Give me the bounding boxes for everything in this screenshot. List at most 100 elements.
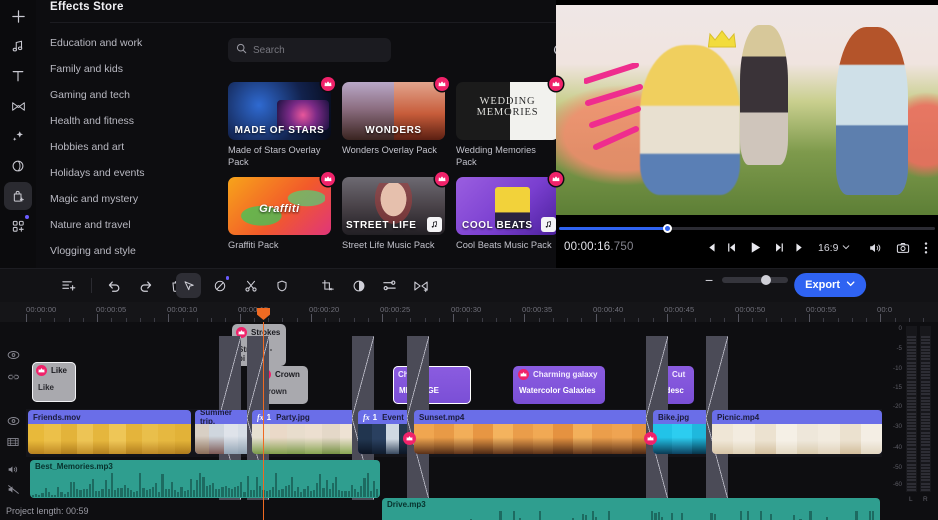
rail-item-text[interactable] (4, 62, 32, 90)
crop-button[interactable] (315, 273, 340, 298)
preview-more-button[interactable] (924, 241, 928, 260)
category-education-and-work[interactable]: Education and work (50, 30, 201, 56)
meter-segment (907, 371, 916, 373)
timeline-zoom-control: − + (705, 273, 805, 287)
category-gaming-and-tech[interactable]: Gaming and tech (50, 82, 201, 108)
pack-card-graffiti[interactable]: Graffiti Graffiti Pack (228, 177, 331, 252)
aspect-ratio-selector[interactable]: 16:9 (818, 242, 850, 254)
waveform-bar (221, 487, 223, 497)
preview-seek-bar[interactable] (559, 227, 935, 230)
pack-card-made-of-stars[interactable]: MADE OF STARS Made of Stars Overlay Pack (228, 82, 331, 168)
video-clip-filmstrip (653, 424, 711, 454)
grid-plus-icon (11, 219, 26, 234)
waveform-bar (174, 490, 176, 497)
audio-clip-drive[interactable]: Drive.mp3 (382, 498, 880, 520)
pack-card-street-life[interactable]: STREET LIFE Street Life Music Pack (342, 177, 445, 252)
video-track-visibility-icon[interactable] (5, 414, 21, 428)
waveform-bar (872, 511, 874, 520)
video-clip-summer-trip[interactable]: Summer trip. (195, 410, 252, 454)
premium-crown-icon (36, 365, 47, 376)
overlay-track-lock-icon[interactable] (5, 370, 21, 384)
next-frame-button[interactable] (772, 241, 785, 254)
split-tool-button[interactable] (238, 273, 263, 298)
waveform-bar (288, 485, 290, 497)
meter-segment (907, 486, 916, 488)
video-track-mute-icon[interactable] (5, 435, 21, 449)
zoom-slider-handle[interactable] (761, 275, 771, 285)
rail-item-add-media[interactable] (4, 2, 32, 30)
video-clip-sunset[interactable]: Sunset.mp4 (414, 410, 652, 454)
prev-frame-button[interactable] (726, 241, 739, 254)
rail-item-audio[interactable] (4, 32, 32, 60)
redo-button[interactable] (133, 273, 158, 298)
video-clip-picnic[interactable]: Picnic.mp4 (712, 410, 882, 454)
undo-button[interactable] (102, 273, 127, 298)
select-tool-button[interactable] (176, 273, 201, 298)
overlay-track-visibility-icon[interactable] (5, 348, 21, 362)
rail-item-transitions[interactable] (4, 92, 32, 120)
waveform-bar (136, 491, 138, 497)
play-button[interactable] (748, 240, 763, 255)
color-adjust-button[interactable] (346, 273, 371, 298)
text-t-icon (11, 69, 25, 83)
waveform-bar (193, 490, 195, 497)
waveform-bar (95, 491, 97, 497)
meter-segment (921, 416, 930, 418)
sticker-clip-body: Like (32, 379, 76, 396)
video-clip-friends[interactable]: Friends.mov (28, 410, 191, 454)
waveform-bar (266, 491, 268, 497)
meter-segment (921, 441, 930, 443)
meter-segment (907, 403, 916, 405)
meter-segment (921, 419, 930, 421)
waveform-bar (809, 511, 811, 520)
snapshot-button[interactable] (896, 241, 910, 260)
meter-segment (921, 489, 930, 491)
shield-tool-button[interactable] (269, 273, 294, 298)
jump-end-button[interactable] (794, 241, 807, 254)
rail-item-effects[interactable] (4, 122, 32, 150)
meter-segment (921, 406, 930, 408)
rail-item-store[interactable] (4, 182, 32, 210)
audio-track-mute-icon[interactable] (5, 482, 21, 496)
jump-start-button[interactable] (704, 241, 717, 254)
text-clip-charming-galaxy[interactable]: Charming galaxy Watercolor Galaxies (513, 366, 605, 404)
pack-card-wedding-memories[interactable]: WEDDING MEMORIES Wedding Memories Pack (456, 82, 559, 168)
transition-button[interactable] (408, 273, 433, 298)
ruler-tick-major (453, 314, 454, 322)
add-track-button[interactable] (56, 273, 81, 298)
category-family-and-kids[interactable]: Family and kids (50, 56, 201, 82)
audio-track-volume-icon[interactable] (5, 462, 21, 476)
export-button[interactable]: Export (794, 273, 866, 297)
category-holidays-and-events[interactable]: Holidays and events (50, 160, 201, 186)
audio-mix-button[interactable] (377, 273, 402, 298)
pack-card-cool-beats[interactable]: COOL BEATS Cool Beats Music Pack (456, 177, 559, 252)
playhead[interactable] (263, 322, 264, 520)
mask-tool-button[interactable] (207, 273, 232, 298)
pack-label: Wedding Memories Pack (456, 145, 559, 168)
pack-thumbnail-caption: WEDDING MEMORIES (456, 96, 559, 118)
text-clip-chat[interactable]: Chat MESSAGE (393, 366, 471, 404)
category-hobbies-and-art[interactable]: Hobbies and art (50, 134, 201, 160)
store-search-box[interactable]: Search (228, 38, 391, 62)
preview-seek-handle[interactable] (663, 224, 672, 233)
audio-clip-best-memories[interactable]: Best_Memories.mp3 (30, 460, 380, 498)
ruler-tick-major (311, 314, 312, 322)
category-magic-and-mystery[interactable]: Magic and mystery (50, 186, 201, 212)
category-health-and-fitness[interactable]: Health and fitness (50, 108, 201, 134)
preview-subject-3 (836, 27, 908, 195)
ruler-tick-major (382, 314, 383, 322)
video-clip-event[interactable]: fx1 Event (358, 410, 413, 454)
meter-segment (921, 464, 930, 466)
rail-item-color[interactable] (4, 152, 32, 180)
zoom-out-button[interactable]: − (705, 273, 713, 287)
pack-card-wonders[interactable]: WONDERS Wonders Overlay Pack (342, 82, 445, 168)
rail-item-more[interactable] (4, 212, 32, 240)
video-clip-party[interactable]: fx1 Party.jpg (252, 410, 357, 454)
timeline-ruler[interactable]: 00:00:00 00:00:05 00:00:10 00:00:15 00:0… (0, 302, 938, 322)
sticker-clip-like[interactable]: Like Like (32, 362, 76, 402)
zoom-slider[interactable] (722, 277, 788, 283)
category-nature-and-travel[interactable]: Nature and travel (50, 212, 201, 238)
video-clip-bike[interactable]: Bike.jpg (653, 410, 711, 454)
category-vlogging-and-style[interactable]: Vlogging and style (50, 238, 201, 264)
volume-button[interactable] (868, 241, 882, 260)
